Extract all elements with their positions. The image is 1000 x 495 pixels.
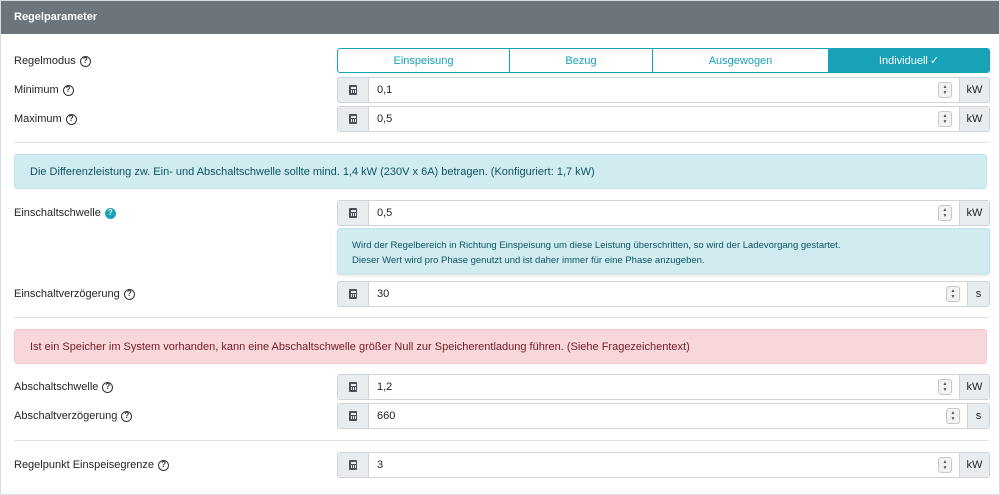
- divider: [14, 440, 989, 441]
- einschaltverzoegerung-input[interactable]: 30 ▲ ▼: [369, 282, 967, 306]
- einschaltverzoegerung-label: Einschaltverzögerung ?: [14, 286, 135, 302]
- einschaltschwelle-help-text: Wird der Regelbereich in Richtung Einspe…: [337, 228, 990, 274]
- help-icon[interactable]: ?: [123, 288, 135, 300]
- regelpunkt-input[interactable]: 3 ▲ ▼: [369, 453, 959, 477]
- spinner-icon[interactable]: ▲ ▼: [946, 408, 960, 424]
- help-icon[interactable]: ?: [121, 410, 133, 422]
- help-line-1: Wird der Regelbereich in Richtung Einspe…: [352, 240, 841, 251]
- minimum-value: 0,1: [377, 84, 393, 96]
- regelpunkt-value: 3: [377, 459, 384, 471]
- calculator-icon: [338, 375, 369, 399]
- minimum-label: Minimum ?: [14, 82, 74, 98]
- abschaltschwelle-label: Abschaltschwelle ?: [14, 379, 114, 395]
- einschaltschwelle-label: Einschaltschwelle ?: [14, 205, 116, 221]
- unit-label: kW: [959, 201, 989, 225]
- regelpunkt-input-group: 3 ▲ ▼ kW: [337, 452, 990, 478]
- help-icon[interactable]: ?: [79, 55, 91, 67]
- regelpunkt-label-text: Regelpunkt Einspeisegrenze: [14, 459, 155, 471]
- unit-label: kW: [959, 453, 989, 477]
- spinner-icon[interactable]: ▲ ▼: [938, 82, 952, 98]
- spinner-icon[interactable]: ▲ ▼: [938, 111, 952, 127]
- einschaltschwelle-input[interactable]: 0,5 ▲ ▼: [369, 201, 959, 225]
- einschaltverzoegerung-label-text: Einschaltverzögerung: [14, 288, 120, 300]
- calculator-icon: [338, 201, 369, 225]
- maximum-input[interactable]: 0,5 ▲ ▼: [369, 107, 959, 131]
- maximum-input-group: 0,5 ▲ ▼ kW: [337, 106, 990, 132]
- panel-title: Regelparameter: [1, 1, 999, 34]
- help-icon[interactable]: ?: [158, 459, 170, 471]
- einschaltschwelle-input-group: 0,5 ▲ ▼ kW: [337, 200, 990, 226]
- unit-label: s: [967, 404, 989, 428]
- abschaltschwelle-input-group: 1,2 ▲ ▼ kW: [337, 374, 990, 400]
- mode-ausgewogen-button[interactable]: Ausgewogen: [653, 49, 829, 72]
- abschaltschwelle-input[interactable]: 1,2 ▲ ▼: [369, 375, 959, 399]
- info-alert: Die Differenzleistung zw. Ein- und Absch…: [14, 154, 987, 189]
- unit-label: s: [967, 282, 989, 306]
- einschaltverzoegerung-value: 30: [377, 288, 390, 300]
- calculator-icon: [338, 107, 369, 131]
- einschaltverzoegerung-input-group: 30 ▲ ▼ s: [337, 281, 990, 307]
- mode-einspeisung-button[interactable]: Einspeisung: [338, 49, 510, 72]
- regelmodus-label-text: Regelmodus: [14, 55, 76, 67]
- spinner-icon[interactable]: ▲ ▼: [938, 379, 952, 395]
- calculator-icon: [338, 282, 369, 306]
- unit-label: kW: [959, 375, 989, 399]
- minimum-input[interactable]: 0,1 ▲ ▼: [369, 78, 959, 102]
- unit-label: kW: [959, 107, 989, 131]
- regelpunkt-label: Regelpunkt Einspeisegrenze ?: [14, 457, 170, 473]
- abschaltverzoegerung-input[interactable]: 660 ▲ ▼: [369, 404, 967, 428]
- help-icon[interactable]: ?: [65, 113, 77, 125]
- einschaltschwelle-label-text: Einschaltschwelle: [14, 207, 101, 219]
- abschaltverzoegerung-value: 660: [377, 410, 396, 422]
- mode-individuell-label: Individuell: [878, 54, 928, 67]
- divider: [14, 317, 989, 318]
- abschaltschwelle-label-text: Abschaltschwelle: [14, 381, 99, 393]
- regelmodus-segmented-control: Einspeisung Bezug Ausgewogen Individuell…: [337, 48, 990, 73]
- divider: [14, 142, 989, 143]
- maximum-label-text: Maximum: [14, 113, 62, 125]
- abschaltverzoegerung-input-group: 660 ▲ ▼ s: [337, 403, 990, 429]
- regelmodus-label: Regelmodus ?: [14, 53, 91, 69]
- spinner-icon[interactable]: ▲ ▼: [946, 286, 960, 302]
- check-icon: ✓: [929, 55, 940, 67]
- mode-individuell-button[interactable]: Individuell ✓: [829, 49, 989, 72]
- mode-bezug-button[interactable]: Bezug: [510, 49, 653, 72]
- einschaltschwelle-value: 0,5: [377, 207, 393, 219]
- spinner-icon[interactable]: ▲ ▼: [938, 205, 952, 221]
- minimum-label-text: Minimum: [14, 84, 59, 96]
- calculator-icon: [338, 78, 369, 102]
- unit-label: kW: [959, 78, 989, 102]
- minimum-input-group: 0,1 ▲ ▼ kW: [337, 77, 990, 103]
- calculator-icon: [338, 404, 369, 428]
- regelparameter-panel: Regelparameter Regelmodus ? Einspeisung …: [0, 0, 1000, 495]
- help-icon[interactable]: ?: [102, 381, 114, 393]
- abschaltverzoegerung-label: Abschaltverzögerung ?: [14, 408, 133, 424]
- help-line-2: Dieser Wert wird pro Phase genutzt und i…: [352, 255, 705, 266]
- help-icon[interactable]: ?: [62, 84, 74, 96]
- help-icon-active[interactable]: ?: [104, 207, 116, 219]
- abschaltschwelle-value: 1,2: [377, 381, 393, 393]
- maximum-value: 0,5: [377, 113, 393, 125]
- calculator-icon: [338, 453, 369, 477]
- spinner-icon[interactable]: ▲ ▼: [938, 457, 952, 473]
- abschaltverzoegerung-label-text: Abschaltverzögerung: [14, 410, 118, 422]
- danger-alert: Ist ein Speicher im System vorhanden, ka…: [14, 329, 987, 364]
- maximum-label: Maximum ?: [14, 111, 77, 127]
